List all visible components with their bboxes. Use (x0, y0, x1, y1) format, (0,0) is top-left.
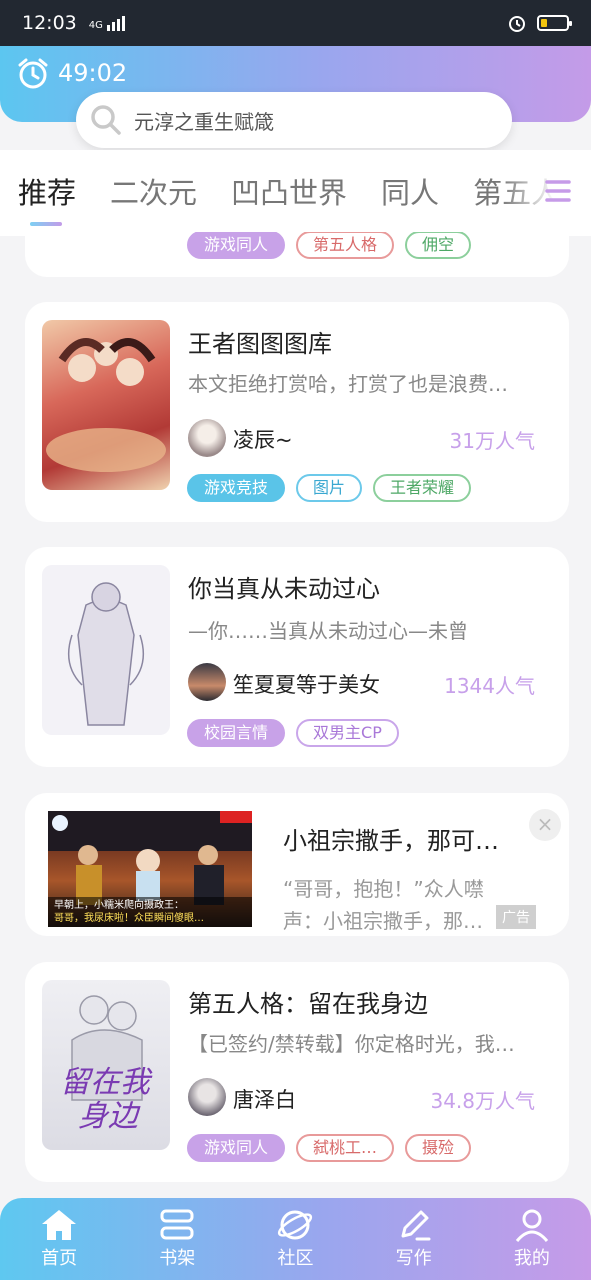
nav-label: 首页 (41, 1248, 78, 1269)
alarm-status-icon (509, 16, 525, 32)
category-menu-icon[interactable] (543, 178, 573, 204)
tag-list: 游戏竞技 图片 王者荣耀 (187, 474, 472, 502)
bottom-nav: 首页 书架 社区 写作 我的 (0, 1198, 591, 1280)
tag-list: 游戏同人 第五人格 佣空 (187, 231, 472, 259)
nav-write[interactable]: 写作 (364, 1208, 464, 1270)
search-icon (91, 105, 121, 135)
nav-label: 书架 (159, 1248, 196, 1269)
author-avatar[interactable] (188, 419, 226, 457)
book-description: 本文拒绝打赏哈，打赏了也是浪费… (188, 372, 508, 396)
nav-community[interactable]: 社区 (245, 1208, 345, 1270)
tag[interactable]: 双男主CP (296, 719, 399, 747)
ad-title[interactable]: 小祖宗撒手，那可… (283, 821, 499, 856)
book-card[interactable]: 你当真从未动过心 —你……当真从未动过心—未曾 笙夏夏等于美女 1344人气 校… (25, 547, 569, 767)
ad-image[interactable]: 早朝上，小糯米爬向摄政王： 哥哥，我尿床啦！众臣瞬间傻眼… (48, 811, 252, 927)
ad-image-caption: 哥哥，我尿床啦！众臣瞬间傻眼… (54, 913, 204, 924)
tag[interactable]: 校园言情 (187, 719, 286, 747)
book-cover: 留在我 身边 (42, 980, 170, 1150)
tab-label: 推荐 (18, 176, 77, 210)
tag[interactable]: 游戏同人 (187, 231, 286, 259)
alarm-clock-icon (18, 58, 48, 89)
nav-label: 写作 (395, 1248, 432, 1269)
bookshelf-icon (160, 1209, 194, 1240)
tab-recommend[interactable]: 推荐 (18, 170, 77, 226)
tag[interactable]: 第五人格 (296, 231, 395, 259)
status-bar: 12:03 4G (0, 0, 591, 46)
nav-bookshelf[interactable]: 书架 (127, 1208, 227, 1270)
nav-label: 我的 (513, 1248, 550, 1269)
search-bar[interactable]: 元淳之重生赋箴 (76, 92, 512, 148)
signal-icon: 4G (88, 15, 125, 31)
nav-home[interactable]: 首页 (9, 1208, 109, 1270)
author-avatar[interactable] (188, 663, 226, 701)
close-icon[interactable]: × (529, 809, 561, 841)
search-placeholder: 元淳之重生赋箴 (134, 109, 274, 134)
tag[interactable]: 王者荣耀 (373, 474, 472, 502)
reading-timer[interactable]: 49:02 (16, 56, 127, 90)
book-cover (42, 565, 170, 735)
status-time: 12:03 (22, 12, 77, 34)
user-icon (515, 1209, 548, 1242)
battery-icon (537, 15, 572, 31)
tag[interactable]: 弑桃工… (296, 1134, 395, 1162)
tab-anime[interactable]: 二次元 (110, 170, 197, 212)
book-card[interactable]: 留在我 身边 第五人格：留在我身边 【已签约/禁转载】你定格时光，我… 唐泽白 … (25, 962, 569, 1182)
planet-icon (278, 1210, 313, 1240)
nav-label: 社区 (277, 1248, 314, 1269)
popularity-count: 34.8万人气 (430, 1089, 535, 1113)
tag-list: 游戏同人 弑桃工… 摄殓 (187, 1134, 472, 1162)
tab-aotu-world[interactable]: 凹凸世界 (231, 170, 347, 212)
tab-label: 凹凸世界 (231, 176, 348, 210)
pen-icon (401, 1210, 431, 1241)
popularity-count: 1344人气 (444, 674, 535, 698)
ad-image-caption: 早朝上，小糯米爬向摄政王： (54, 900, 184, 911)
active-tab-indicator (30, 222, 62, 226)
tab-fan-fiction[interactable]: 同人 (381, 170, 439, 212)
tag[interactable]: 游戏竞技 (187, 474, 286, 502)
book-title: 第五人格：留在我身边 (188, 990, 428, 1018)
home-icon (42, 1210, 77, 1240)
tag[interactable]: 图片 (296, 474, 363, 502)
tag[interactable]: 佣空 (405, 231, 472, 259)
tab-label: 二次元 (110, 176, 198, 210)
ad-description: 声：小祖宗撒手，那… (283, 909, 483, 933)
tag-list: 校园言情 双男主CP (187, 719, 399, 747)
book-cover (42, 320, 170, 490)
tab-label: 同人 (381, 176, 440, 210)
tag[interactable]: 摄殓 (405, 1134, 472, 1162)
author-name[interactable]: 唐泽白 (233, 1084, 296, 1114)
nav-profile[interactable]: 我的 (482, 1208, 582, 1270)
author-name[interactable]: 凌辰~ (233, 424, 293, 454)
ad-badge: 广告 (496, 905, 536, 929)
network-type: 4G (88, 19, 103, 31)
svg-text:留在我: 留在我 (60, 1065, 153, 1100)
author-name[interactable]: 笙夏夏等于美女 (233, 669, 380, 699)
popularity-count: 31万人气 (449, 429, 535, 453)
tag[interactable]: 游戏同人 (187, 1134, 286, 1162)
book-title: 王者图图图库 (188, 330, 332, 358)
book-card[interactable]: 王者图图图库 本文拒绝打赏哈，打赏了也是浪费… 凌辰~ 31万人气 游戏竞技 图… (25, 302, 569, 522)
book-description: 【已签约/禁转载】你定格时光，我… (188, 1032, 515, 1056)
ad-description: “哥哥，抱抱！”众人噤 (283, 877, 484, 901)
book-title: 你当真从未动过心 (188, 575, 380, 603)
author-avatar[interactable] (188, 1078, 226, 1116)
category-tabs-overlay: 推荐 二次元 凹凸世界 同人 第五人 (0, 150, 591, 232)
book-description: —你……当真从未动过心—未曾 (188, 619, 468, 643)
svg-text:身边: 身边 (78, 1099, 141, 1134)
ad-card[interactable]: 早朝上，小糯米爬向摄政王： 哥哥，我尿床啦！众臣瞬间傻眼… 小祖宗撒手，那可… … (25, 793, 569, 936)
timer-value: 49:02 (58, 59, 128, 87)
